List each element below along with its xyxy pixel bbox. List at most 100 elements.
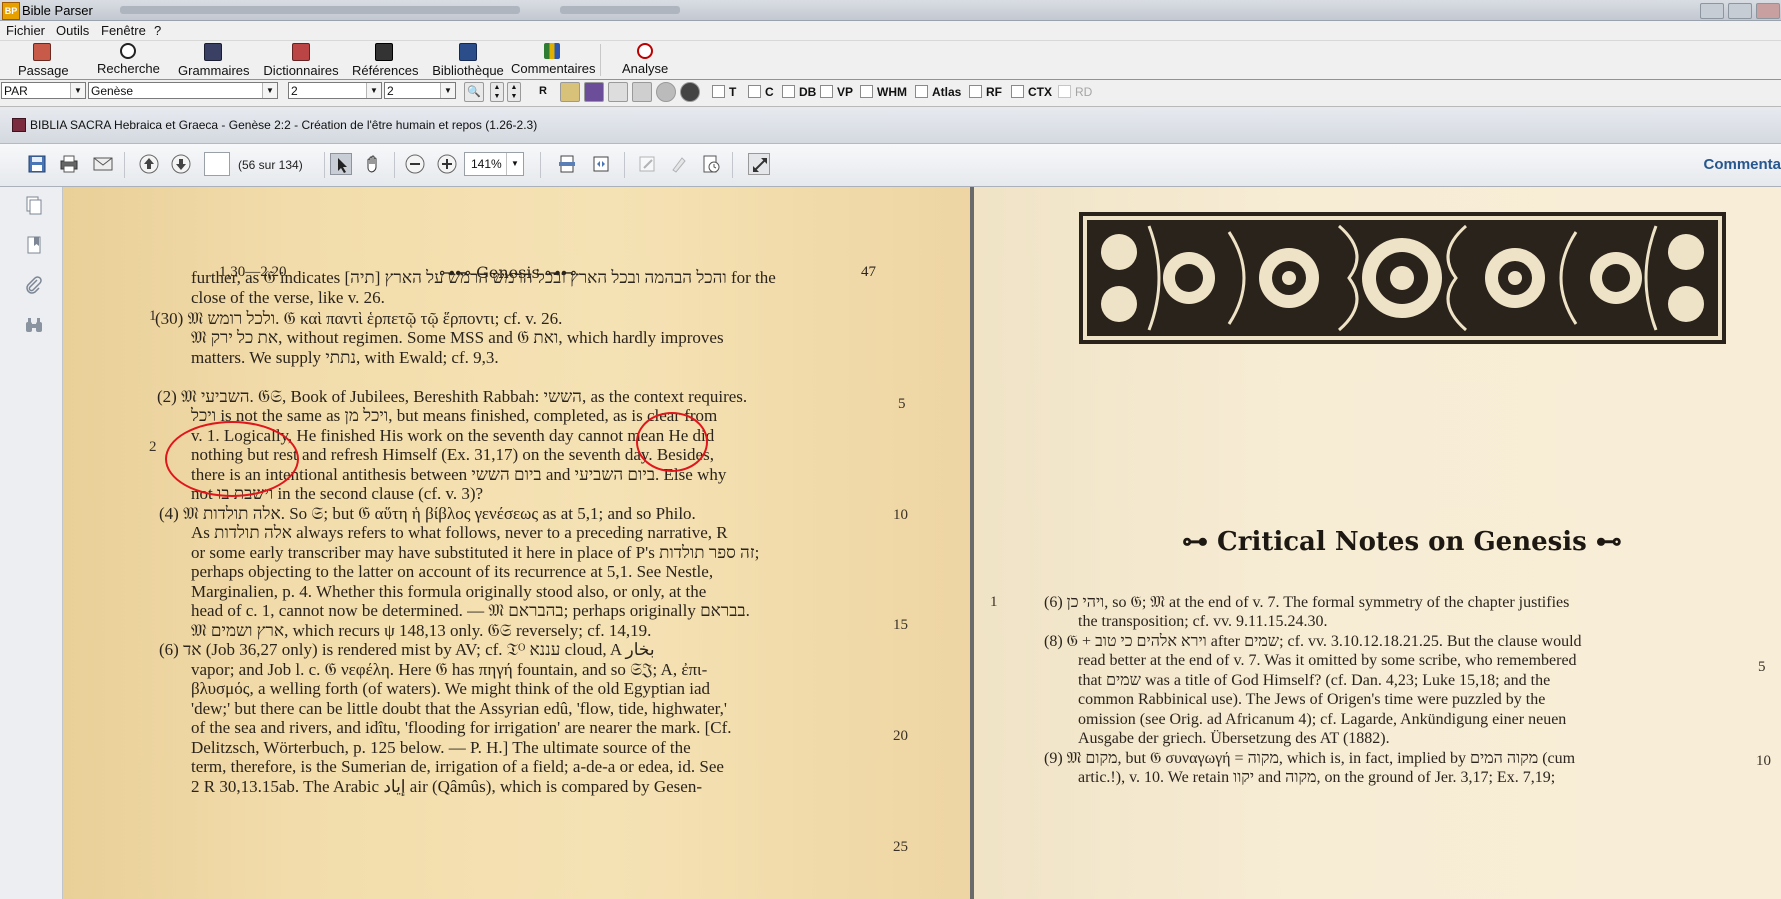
analyse-button[interactable]: Analyse: [622, 43, 668, 76]
fit-page-icon[interactable]: [556, 153, 578, 175]
zoom-in-icon[interactable]: [436, 153, 458, 175]
hand-tool-icon[interactable]: [362, 153, 384, 175]
left-page-line: As אלה תולדות always refers to what foll…: [191, 523, 728, 542]
close-button[interactable]: [1756, 3, 1780, 19]
checkbox-t[interactable]: T: [712, 85, 736, 99]
dictionnaires-button[interactable]: Dictionnaires: [261, 43, 341, 78]
email-icon[interactable]: [92, 153, 114, 175]
right-page-line: (6) ויהי כן, so 𝔊; 𝔐 at the end of v. 7.…: [1044, 594, 1570, 611]
checkbox-db[interactable]: DB: [782, 85, 816, 99]
minimize-button[interactable]: [1700, 3, 1724, 19]
print-icon[interactable]: [58, 153, 80, 175]
chevron-down-icon: ▼: [366, 83, 381, 98]
section-title: ⊶ Critical Notes on Genesis ⊷: [1182, 527, 1622, 557]
tools-icon[interactable]: [632, 82, 652, 102]
chevron-down-icon: ▼: [506, 153, 523, 175]
right-page-line: (9) 𝔐 מקום, but 𝔊 συναγωγή = מקוה, which…: [1044, 750, 1576, 767]
menu-outils[interactable]: Outils: [56, 23, 89, 38]
left-page-line: Delitzsch, Wörterbuch, p. 125 below. — P…: [191, 738, 691, 757]
toolbar-separator: [624, 152, 625, 178]
menu-fenetre[interactable]: Fenêtre: [101, 23, 146, 38]
menu-help[interactable]: ?: [154, 23, 161, 38]
checkbox-c[interactable]: C: [748, 85, 774, 99]
verse-select[interactable]: 2 ▼: [384, 82, 456, 99]
fit-width-icon[interactable]: [590, 153, 612, 175]
checkbox-whm[interactable]: WHM: [860, 85, 907, 99]
left-page-line: perhaps objecting to the latter on accou…: [191, 562, 714, 581]
passage-selector-bar: PAR ▼ Genèse ▼ 2 ▼ 2 ▼ 🔍 ▲ ▼ ▲ ▼ R T C DB VP W…: [0, 80, 1781, 107]
right-page-line: omission (see Orig. ad Africanum 4); cf.…: [1078, 711, 1567, 728]
left-page-line: further, as 𝔊 indicates והכל הבהמה ובכל …: [191, 268, 776, 287]
spin-arrows-icon: ▲ ▼: [510, 84, 518, 100]
magnifier-icon: [120, 43, 136, 59]
camera-icon[interactable]: [680, 82, 700, 102]
left-page-line: head of c. 1, cannot now be determined. …: [191, 601, 750, 620]
pages-icon[interactable]: [24, 195, 44, 215]
attachment-icon[interactable]: [24, 275, 44, 295]
page-number: 47: [861, 264, 876, 280]
stack-books-icon[interactable]: [584, 82, 604, 102]
dictionary-icon: [292, 43, 310, 61]
analyse-magnifier-icon: [637, 43, 653, 59]
menu-bar: Fichier Outils Fenêtre ?: [0, 21, 1781, 41]
app-logo-icon: BP: [2, 2, 20, 20]
spin-arrows-icon: ▲ ▼: [493, 84, 501, 100]
left-page-line: (4) 𝔐 אלה תולדות. So 𝔖; but 𝔊 αὕτη ἡ βίβ…: [159, 504, 696, 523]
toolbar-separator: [394, 152, 395, 178]
disc-icon[interactable]: [656, 82, 676, 102]
chapter-select[interactable]: 2 ▼: [288, 82, 382, 99]
notes-icon[interactable]: [560, 82, 580, 102]
page-count: (56 sur 134): [238, 158, 303, 172]
verse-marker: 2: [149, 439, 157, 455]
annotation-circle: [165, 421, 299, 497]
next-page-icon[interactable]: [170, 153, 192, 175]
expand-icon[interactable]: [748, 153, 770, 175]
left-page-line: close of the verse, like v. 26.: [191, 288, 385, 307]
zoom-out-icon[interactable]: [404, 153, 426, 175]
toolbar-separator: [732, 152, 733, 178]
right-page-line: Ausgabe der griech. Übersetzung des AT (…: [1078, 730, 1390, 747]
maximize-button[interactable]: [1728, 3, 1752, 19]
left-page-line: ויכל is not the same as ויכל מן, but mea…: [191, 406, 718, 425]
commentaires-button[interactable]: Commentaires: [511, 43, 596, 76]
comment-icon[interactable]: [636, 153, 658, 175]
checkbox-vp[interactable]: VP: [820, 85, 853, 99]
checkbox-ctx[interactable]: CTX: [1011, 85, 1052, 99]
verse-marker: 1: [990, 594, 998, 610]
book-select[interactable]: Genèse ▼: [88, 82, 278, 99]
page-number-input[interactable]: [204, 152, 230, 176]
chevron-down-icon: ▼: [440, 83, 455, 98]
bookmarks-icon[interactable]: [24, 235, 44, 255]
network-icon[interactable]: [608, 82, 628, 102]
sign-icon[interactable]: [668, 153, 690, 175]
spin-up-down-button[interactable]: ▲ ▼: [507, 82, 521, 102]
binoculars-icon[interactable]: [24, 315, 44, 335]
grammaires-button[interactable]: Grammaires: [178, 43, 250, 78]
previous-page-icon[interactable]: [138, 153, 160, 175]
save-icon[interactable]: [26, 153, 48, 175]
passage-button[interactable]: Passage: [18, 43, 69, 78]
line-number: 25: [893, 839, 908, 855]
left-page-line: or some early transcriber may have subst…: [191, 543, 760, 562]
left-page-line: βλυσμός, a welling forth (of waters). We…: [191, 679, 711, 698]
bibliotheque-button[interactable]: Bibliothèque: [431, 43, 505, 78]
checkbox-rf[interactable]: RF: [969, 85, 1002, 99]
spin-up-down-button[interactable]: ▲ ▼: [490, 82, 504, 102]
history-icon[interactable]: [700, 153, 722, 175]
toolbar-separator: [600, 44, 601, 76]
references-icon: [375, 43, 393, 61]
magnifier-icon: 🔍: [467, 86, 481, 98]
right-page-line: artic.!), v. 10. We retain יקוו and מקוה…: [1078, 769, 1556, 786]
recherche-button[interactable]: Recherche: [97, 43, 160, 76]
version-select[interactable]: PAR ▼: [1, 82, 86, 99]
zoom-select[interactable]: 141% ▼: [464, 152, 524, 176]
references-button[interactable]: Références: [352, 43, 418, 78]
select-tool-icon[interactable]: [330, 153, 352, 175]
right-page-line: common Rabbinical use). The Jews of Orig…: [1078, 691, 1546, 708]
line-number: 10: [893, 507, 908, 523]
checkbox-atlas[interactable]: Atlas: [915, 85, 961, 99]
comment-panel-link[interactable]: Commenta: [1703, 156, 1781, 173]
r-button[interactable]: R: [533, 82, 553, 102]
zoom-search-button[interactable]: 🔍: [464, 82, 484, 102]
menu-fichier[interactable]: Fichier: [6, 23, 45, 38]
